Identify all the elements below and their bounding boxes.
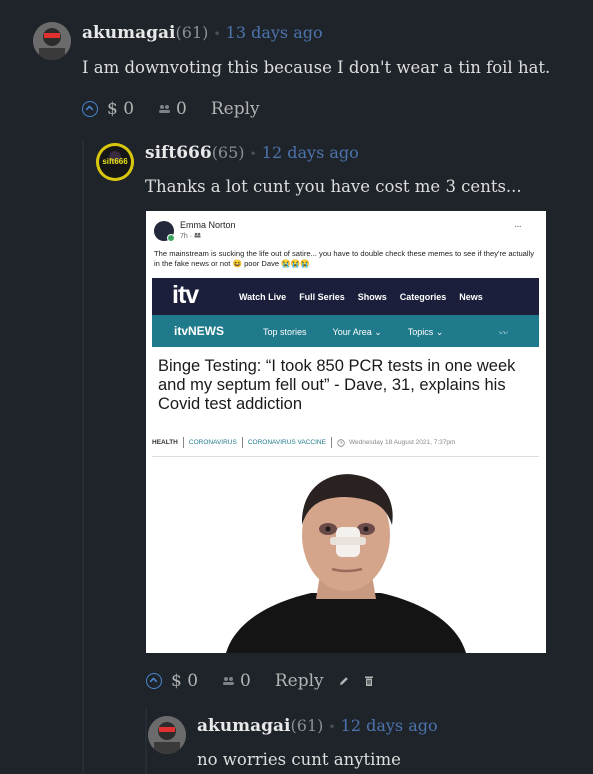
poster-name: Emma Norton (180, 220, 236, 230)
audience-icon (194, 232, 201, 238)
signature-mark: 〰 (498, 328, 508, 338)
comment-body: I am downvoting this because I don't wea… (82, 58, 551, 77)
poster-avatar (154, 221, 175, 242)
nav-shows[interactable]: Shows (358, 292, 387, 302)
comment-actions: $ 0 0 Reply (82, 99, 260, 119)
timestamp-link[interactable]: 13 days ago (226, 23, 323, 42)
article-date: Wednesday 18 August 2021, 7:37pm (348, 439, 456, 446)
comment-body: no worries cunt anytime (197, 750, 401, 769)
article-headline: Binge Testing: “I took 850 PCR tests in … (158, 357, 516, 413)
separator-dot: • (328, 720, 336, 734)
avatar[interactable]: sift666 (96, 143, 134, 181)
poster-meta: 7h · (180, 232, 201, 240)
upvote-icon[interactable] (82, 101, 98, 117)
voters-count[interactable]: 0 (222, 671, 251, 691)
comment-header: akumagai(61) • 12 days ago (197, 716, 438, 736)
subnav-top-stories[interactable]: Top stories (263, 327, 307, 338)
tag-coronavirus[interactable]: CORONAVIRUS (189, 439, 237, 446)
separator-dot: • (249, 147, 257, 161)
divider (152, 456, 539, 457)
tag-coronavirus-vaccine[interactable]: CORONAVIRUS VACCINE (248, 439, 326, 446)
separator-dot: • (213, 27, 221, 41)
payout-amount[interactable]: $ 0 (171, 671, 198, 691)
post-text: The mainstream is sucking the life out o… (154, 249, 535, 268)
tag-divider (330, 437, 332, 448)
embedded-image[interactable]: Emma Norton 7h · ··· The mainstream is s… (146, 211, 546, 653)
tag-health[interactable]: HEALTH (152, 439, 178, 446)
itv-news-subnav: Top stories Your Area ⌄ Topics ⌄ (263, 327, 443, 338)
more-options-icon[interactable]: ··· (514, 221, 522, 232)
avatar-text: sift666 (102, 157, 128, 166)
comment-actions: $ 0 0 Reply (146, 671, 374, 691)
reply-button[interactable]: Reply (275, 671, 324, 691)
username[interactable]: akumagai (197, 716, 291, 736)
upvote-icon[interactable] (146, 673, 162, 689)
avatar[interactable] (148, 716, 186, 754)
voters-icon (223, 677, 235, 685)
delete-icon[interactable] (364, 675, 374, 687)
tag-divider (182, 437, 184, 448)
itv-nav: Watch Live Full Series Shows Categories … (239, 292, 483, 302)
nav-categories[interactable]: Categories (400, 292, 447, 302)
subnav-topics[interactable]: Topics ⌄ (408, 327, 444, 338)
subnav-your-area[interactable]: Your Area ⌄ (333, 327, 382, 338)
timestamp-link[interactable]: 12 days ago (262, 143, 359, 162)
avatar-image (148, 716, 186, 754)
username[interactable]: sift666 (145, 143, 212, 163)
thread-line (82, 140, 84, 774)
edit-icon[interactable] (338, 675, 350, 687)
article-tags: HEALTH CORONAVIRUS CORONAVIRUS VACCINE W… (152, 437, 539, 448)
reputation: (65) (211, 143, 245, 162)
itv-news-logo: itvNEWS (174, 324, 225, 338)
avatar[interactable] (33, 22, 71, 60)
tag-divider (241, 437, 243, 448)
article-photo (216, 469, 476, 653)
avatar-image (33, 22, 71, 60)
clock-icon (337, 438, 345, 447)
avatar-image: sift666 (96, 143, 134, 181)
reputation: (61) (290, 716, 324, 735)
voters-icon (159, 105, 171, 113)
reputation: (61) (175, 23, 209, 42)
reply-button[interactable]: Reply (211, 99, 260, 119)
nav-news[interactable]: News (459, 292, 483, 302)
itv-logo: itv (172, 281, 199, 309)
thread-line (145, 708, 147, 774)
comment-body: Thanks a lot cunt you have cost me 3 cen… (145, 177, 522, 196)
payout-amount[interactable]: $ 0 (107, 99, 134, 119)
timestamp-link[interactable]: 12 days ago (341, 716, 438, 735)
nav-watch-live[interactable]: Watch Live (239, 292, 286, 302)
voters-count[interactable]: 0 (158, 99, 187, 119)
nav-full-series[interactable]: Full Series (299, 292, 345, 302)
comment-header: akumagai(61) • 13 days ago (82, 23, 323, 43)
comment-header: sift666(65) • 12 days ago (145, 143, 359, 163)
username[interactable]: akumagai (82, 23, 176, 43)
